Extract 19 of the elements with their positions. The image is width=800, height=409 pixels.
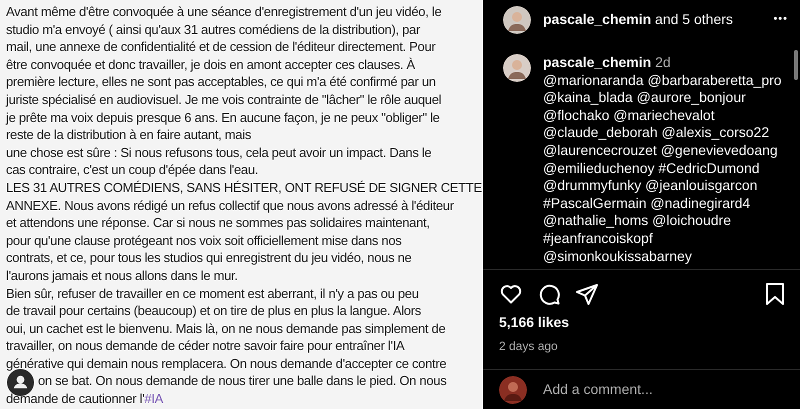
post-text-line: on se bat. On nous demande de nous tirer une balle dans le pied. On nous xyxy=(38,372,446,390)
avatar-icon[interactable] xyxy=(503,54,531,82)
post-author[interactable]: pascale_chemin and 5 others xyxy=(543,9,733,30)
comment-text: pascale_chemin 2d @marionaranda @barbaraberetta_pro @kaina_blada @aurore_bonjour @flochako @mariechevalot @claude_deborah @alexis_corso22 @laurencecrouzet @genevievedoang @emilieduchenoy #CedricDumond @drummyfunky @jeanlouisgarcon #PascalGermain @nadinegirard4 @nathalie_homs @loichoudre #jeanfrancoiskopf @simonkoukissabarney xyxy=(543,54,782,266)
scrollbar[interactable] xyxy=(794,50,798,80)
post-text-line: demande de cautionner l'#IA xyxy=(6,390,164,408)
share-icon[interactable] xyxy=(575,282,599,306)
bookmark-button[interactable] xyxy=(764,282,786,306)
avatar-icon[interactable] xyxy=(499,376,527,404)
post-paragraph: LES 31 AUTRES COMÉDIENS, SANS HÉSITER, ONT REFUSÉ DE SIGNER CETTE ANNEXE. Nous avons rédigé un refus collectif que nous avons adressé à l'éditeur et attendons une réponse. Car si nous ne sommes pas solidaires maintenant, pour qu'une clause protégeant nos voix soit officiellement mise dans nos contrats, et ce, pour tous les studios qui enregistrent du jeu vidéo, nous ne l'aurons jamais et nous allons dans le mur. xyxy=(6,178,483,284)
comment-field[interactable]: Add a comment... xyxy=(541,378,784,401)
like-button[interactable] xyxy=(499,282,523,306)
comment-icon[interactable] xyxy=(537,282,561,306)
more-button[interactable]: ••• xyxy=(773,11,788,28)
post-date: 2 days ago xyxy=(499,338,559,355)
hashtag-link[interactable]: #IA xyxy=(144,391,164,406)
likes-count: 5,166 likes xyxy=(499,313,570,332)
post-paragraph: une chose est sûre : Si nous refusons tous, cela peut avoir un impact. Dans le cas contraire, c'est un coup d'épée dans l'eau. xyxy=(6,144,432,179)
avatar-icon[interactable] xyxy=(503,6,531,34)
